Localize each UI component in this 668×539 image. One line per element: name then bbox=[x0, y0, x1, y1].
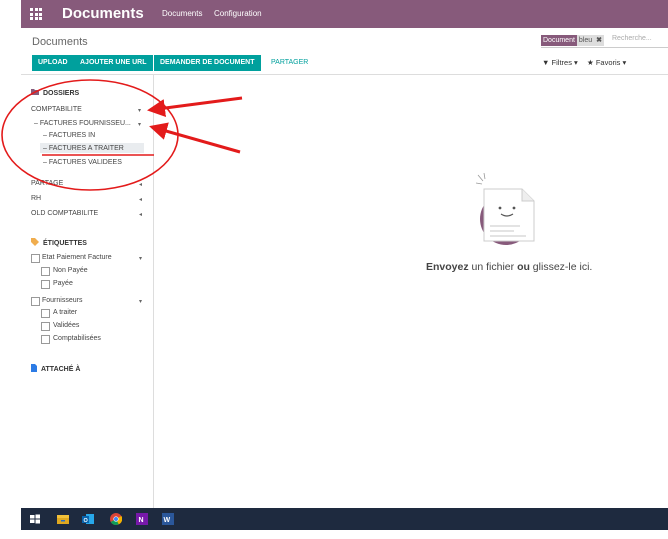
star-icon: ★ bbox=[587, 58, 594, 67]
top-navbar: Documents Documents Configuration bbox=[21, 0, 668, 28]
caret-left-icon[interactable]: ◂ bbox=[139, 181, 142, 188]
caret-down-icon: ▾ bbox=[574, 58, 578, 67]
folder-comptabilite[interactable]: COMPTABILITE bbox=[31, 106, 82, 113]
filters-dropdown[interactable]: ▼ Filtres ▾ bbox=[542, 58, 578, 67]
bottom-margin bbox=[0, 530, 668, 539]
tree-dash: – bbox=[34, 120, 38, 127]
favorites-dropdown[interactable]: ★ Favoris ▾ bbox=[587, 58, 626, 67]
menu-configuration[interactable]: Configuration bbox=[214, 9, 262, 18]
caret-down-icon[interactable]: ▾ bbox=[139, 298, 142, 305]
checkbox-a-traiter[interactable] bbox=[41, 309, 50, 318]
file-icon bbox=[31, 364, 37, 374]
tags-section-title: ÉTIQUETTES bbox=[31, 238, 87, 248]
tag-non-payee[interactable]: Non Payée bbox=[53, 267, 88, 274]
sidebar: DOSSIERS COMPTABILITE ▾ – FACTURES FOURN… bbox=[21, 75, 154, 508]
checkbox-non-payee[interactable] bbox=[41, 267, 50, 276]
app-title: Documents bbox=[62, 5, 144, 22]
caret-left-icon[interactable]: ◂ bbox=[139, 211, 142, 218]
folder-old-comptabilite[interactable]: OLD COMPTABILITE bbox=[31, 210, 98, 217]
folder-factures-a-traiter[interactable]: – FACTURES A TRAITER bbox=[43, 145, 124, 152]
file-explorer-icon[interactable] bbox=[57, 513, 69, 525]
filter-icon: ▼ bbox=[542, 58, 550, 67]
upload-button[interactable]: UPLOAD bbox=[32, 55, 74, 71]
caret-down-icon[interactable]: ▾ bbox=[138, 121, 141, 128]
tag-etat-paiement[interactable]: Etat Paiement Facture bbox=[42, 254, 112, 261]
search-facet: Document bleu ✖ bbox=[541, 35, 605, 46]
folder-rh[interactable]: RH bbox=[31, 195, 41, 202]
add-url-button[interactable]: AJOUTER UNE URL bbox=[74, 55, 153, 71]
tag-comptabilisees[interactable]: Comptabilisées bbox=[53, 335, 101, 342]
filters-label: Filtres bbox=[551, 58, 572, 67]
folder-icon bbox=[31, 89, 39, 97]
empty-document-illustration bbox=[475, 173, 535, 245]
svg-text:N: N bbox=[139, 517, 144, 524]
breadcrumb: Documents bbox=[32, 36, 88, 48]
document-drop-zone[interactable]: Envoyez un fichier ou glissez-le ici. bbox=[152, 75, 668, 508]
windows-start-icon[interactable] bbox=[29, 513, 41, 525]
checkbox-fournisseurs[interactable] bbox=[31, 297, 40, 306]
svg-text:O: O bbox=[84, 518, 89, 524]
menu-documents[interactable]: Documents bbox=[162, 9, 202, 18]
folders-section-title: DOSSIERS bbox=[31, 89, 79, 97]
folder-factures-fournisseurs[interactable]: – FACTURES FOURNISSEU... bbox=[34, 120, 131, 127]
facet-remove-icon[interactable]: ✖ bbox=[594, 35, 604, 46]
folder-partage[interactable]: PARTAGE bbox=[31, 180, 63, 187]
facet-label: Document bbox=[541, 35, 577, 46]
caret-down-icon[interactable]: ▾ bbox=[139, 255, 142, 262]
word-icon[interactable]: W bbox=[162, 513, 174, 525]
outlook-icon[interactable]: O bbox=[82, 513, 94, 525]
tag-payee[interactable]: Payée bbox=[53, 280, 73, 287]
control-panel: Documents UPLOAD AJOUTER UNE URL DEMANDE… bbox=[21, 28, 668, 75]
svg-text:W: W bbox=[164, 517, 171, 524]
apps-grid-icon[interactable] bbox=[30, 8, 42, 20]
caret-down-icon: ▾ bbox=[622, 58, 627, 67]
chrome-icon[interactable] bbox=[110, 513, 122, 525]
caret-down-icon[interactable]: ▾ bbox=[138, 107, 141, 114]
share-button[interactable]: PARTAGER bbox=[271, 55, 308, 71]
left-margin bbox=[0, 0, 22, 539]
tag-fournisseurs[interactable]: Fournisseurs bbox=[42, 297, 82, 304]
checkbox-comptabilisees[interactable] bbox=[41, 335, 50, 344]
folder-factures-validees[interactable]: – FACTURES VALIDEES bbox=[43, 159, 122, 166]
tag-icon bbox=[31, 238, 39, 248]
favorites-label: Favoris bbox=[595, 58, 621, 67]
folder-factures-in[interactable]: – FACTURES IN bbox=[43, 132, 95, 139]
tag-validees[interactable]: Validées bbox=[53, 322, 79, 329]
checkbox-payee[interactable] bbox=[41, 280, 50, 289]
drop-zone-message: Envoyez un fichier ou glissez-le ici. bbox=[426, 261, 593, 273]
request-document-button[interactable]: DEMANDER DE DOCUMENT bbox=[154, 55, 261, 71]
facet-value: bleu bbox=[578, 37, 593, 44]
checkbox-validees[interactable] bbox=[41, 322, 50, 331]
tag-a-traiter[interactable]: A traiter bbox=[53, 309, 77, 316]
checkbox-etat-paiement[interactable] bbox=[31, 254, 40, 263]
onenote-icon[interactable]: N bbox=[136, 513, 148, 525]
caret-left-icon[interactable]: ◂ bbox=[139, 196, 142, 203]
windows-taskbar: O N W bbox=[21, 508, 668, 530]
search-input[interactable]: Recherche... bbox=[612, 35, 652, 42]
attached-section-title: ATTACHÉ À bbox=[31, 364, 80, 374]
search-box[interactable]: Document bleu ✖ Recherche... bbox=[541, 34, 668, 48]
